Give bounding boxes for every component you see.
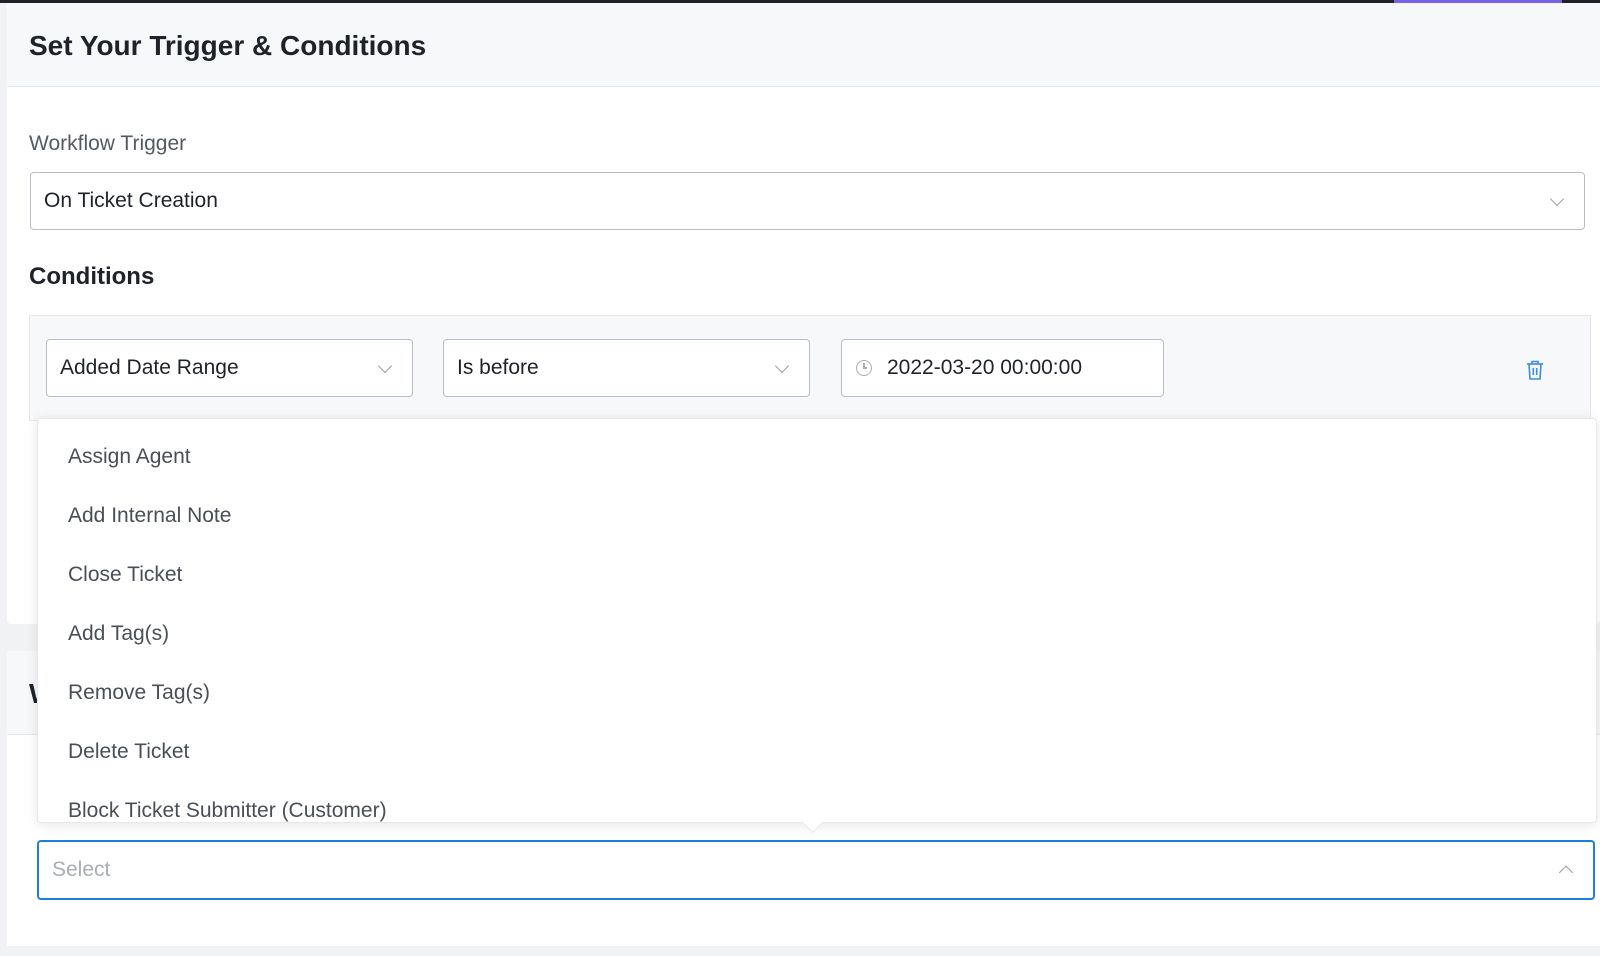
dropdown-option-delete-ticket[interactable]: Delete Ticket (68, 740, 189, 764)
chevron-up-icon (1558, 865, 1574, 880)
dropdown-option-add-internal-note[interactable]: Add Internal Note (68, 504, 231, 528)
dropdown-option-close-ticket[interactable]: Close Ticket (68, 563, 182, 587)
condition-date-value: 2022-03-20 00:00:00 (887, 356, 1082, 379)
condition-operator-value: Is before (457, 356, 539, 379)
dropdown-option-assign-agent[interactable]: Assign Agent (68, 445, 191, 469)
condition-operator-select[interactable]: Is before (443, 339, 810, 397)
trash-icon[interactable] (1525, 359, 1545, 381)
chevron-down-icon (377, 358, 393, 374)
dropdown-option-add-tags[interactable]: Add Tag(s) (68, 622, 169, 646)
action-select-placeholder: Select (52, 858, 111, 881)
workflow-trigger-value: On Ticket Creation (44, 189, 218, 212)
conditions-title: Conditions (29, 263, 155, 290)
condition-field-select[interactable]: Added Date Range (46, 339, 413, 397)
card-header: Set Your Trigger & Conditions (7, 3, 1600, 87)
actions-dropdown-menu: Assign Agent Add Internal Note Close Tic… (37, 418, 1597, 823)
condition-field-value: Added Date Range (60, 356, 239, 379)
chevron-down-icon (1549, 191, 1565, 207)
action-select[interactable]: Select (37, 840, 1595, 900)
chevron-down-icon (774, 358, 790, 374)
workflow-trigger-select[interactable]: On Ticket Creation (30, 172, 1585, 230)
page-title: Set Your Trigger & Conditions (29, 30, 427, 61)
dropdown-option-block-submitter[interactable]: Block Ticket Submitter (Customer) (68, 799, 387, 822)
workflow-trigger-label: Workflow Trigger (29, 132, 187, 155)
clock-icon (856, 360, 872, 376)
dropdown-option-remove-tags[interactable]: Remove Tag(s) (68, 681, 210, 705)
condition-date-picker[interactable]: 2022-03-20 00:00:00 (841, 339, 1164, 397)
